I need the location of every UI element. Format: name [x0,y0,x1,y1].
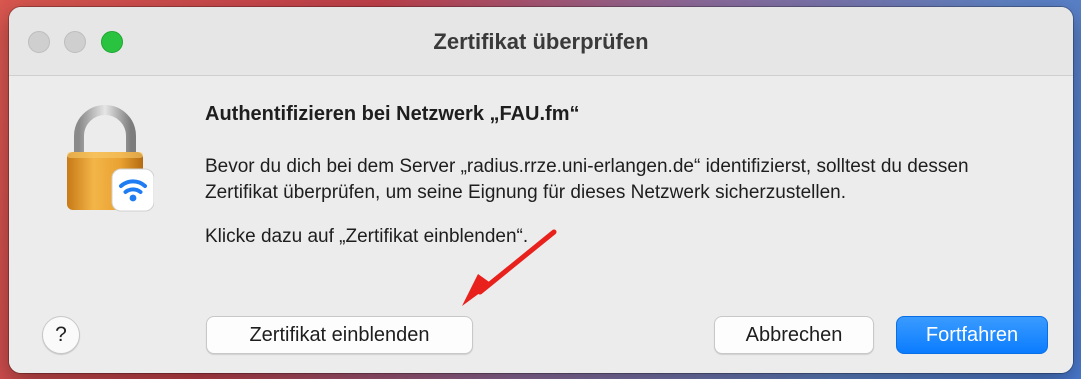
window-title: Zertifikat überprüfen [433,29,649,54]
cancel-button[interactable]: Abbrechen [714,316,874,354]
annotation-arrow [462,229,557,306]
dialog-content: Authentifizieren bei Netzwerk „FAU.fm“ B… [9,76,1073,373]
title-bar: Zertifikat überprüfen [9,7,1073,76]
continue-button[interactable]: Fortfahren [896,316,1048,354]
dialog-body-text: Bevor du dich bei dem Server „radius.rrz… [205,156,969,203]
dialog-heading: Authentifizieren bei Netzwerk „FAU.fm“ [205,103,580,125]
show-certificate-button[interactable]: Zertifikat einblenden [206,316,473,354]
help-button[interactable]: ? [42,316,80,354]
certificate-dialog-window: Zertifikat überprüfen Authentifizieren b… [9,7,1073,373]
lock-wifi-icon [67,105,154,212]
